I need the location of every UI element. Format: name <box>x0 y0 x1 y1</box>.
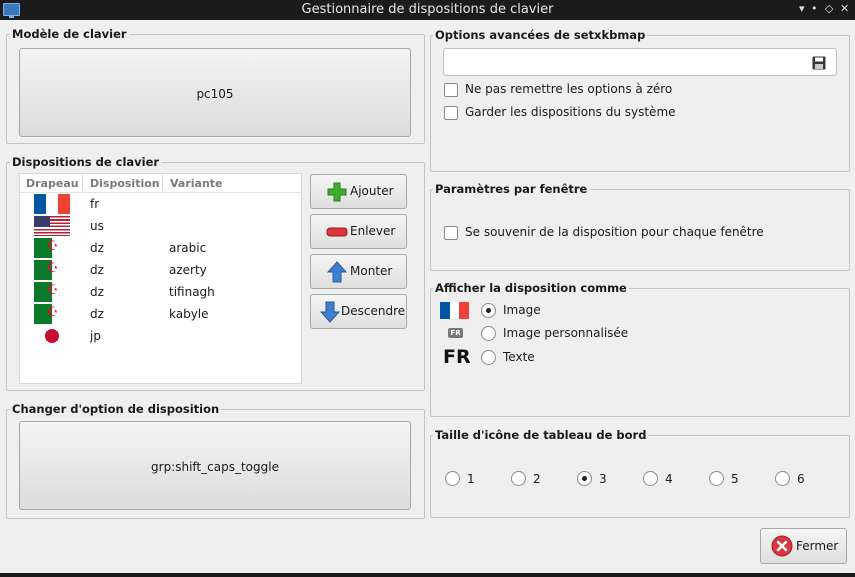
add-layout-label: Ajouter <box>350 184 394 198</box>
icon-size-group-title: Taille d'icône de tableau de bord <box>433 428 649 442</box>
icon-size-3-label[interactable]: 3 <box>599 472 607 486</box>
close-icon[interactable]: ✕ <box>840 2 849 16</box>
keyboard-layout-manager-window: Gestionnaire de dispositions de clavier … <box>0 0 855 577</box>
keyboard-model-button[interactable]: pc105 <box>19 48 411 137</box>
layout-cell: fr <box>90 197 100 211</box>
remove-layout-label: Enlever <box>350 224 396 238</box>
add-layout-button[interactable]: Ajouter <box>310 174 407 209</box>
arrow-down-icon <box>320 301 340 323</box>
switch-option-label: grp:shift_caps_toggle <box>151 460 279 474</box>
setxkbmap-group-title: Options avancées de setxkbmap <box>433 28 648 42</box>
close-button-label: Fermer <box>796 539 839 553</box>
column-header-layout[interactable]: Disposition <box>90 177 160 190</box>
table-row[interactable]: jp <box>20 325 301 347</box>
no-reset-options-label[interactable]: Ne pas remettre les options à zéro <box>465 82 672 96</box>
keep-system-layouts-checkbox[interactable] <box>444 106 458 120</box>
icon-size-1-label[interactable]: 1 <box>467 472 475 486</box>
usa-flag-icon <box>34 216 70 236</box>
display-custom-image-radio[interactable] <box>481 326 496 341</box>
algeria-flag-icon <box>34 282 70 302</box>
table-row[interactable]: dz azerty <box>20 259 301 281</box>
table-row[interactable]: fr <box>20 193 301 215</box>
column-header-flag[interactable]: Drapeau <box>26 177 79 190</box>
switch-option-button[interactable]: grp:shift_caps_toggle <box>19 421 411 510</box>
icon-size-2-radio[interactable] <box>511 471 526 486</box>
save-icon[interactable] <box>812 56 826 70</box>
variant-cell: azerty <box>169 263 207 277</box>
algeria-flag-icon <box>34 238 70 258</box>
algeria-flag-icon <box>34 260 70 280</box>
keep-system-layouts-label[interactable]: Garder les dispositions du système <box>465 105 676 119</box>
variant-cell: kabyle <box>169 307 209 321</box>
arrow-up-icon <box>327 261 347 283</box>
variant-cell: tifinagh <box>169 285 215 299</box>
display-as-group-title: Afficher la disposition comme <box>433 281 629 295</box>
icon-size-1-radio[interactable] <box>445 471 460 486</box>
icon-size-6-label[interactable]: 6 <box>797 472 805 486</box>
move-down-label: Descendre <box>341 304 406 318</box>
icon-size-5-label[interactable]: 5 <box>731 472 739 486</box>
variant-cell: arabic <box>169 241 207 255</box>
japan-flag-icon <box>34 326 70 346</box>
display-text-radio[interactable] <box>481 350 496 365</box>
table-row[interactable]: us <box>20 215 301 237</box>
no-reset-options-checkbox[interactable] <box>444 83 458 97</box>
layout-cell: dz <box>90 307 104 321</box>
table-row[interactable]: dz tifinagh <box>20 281 301 303</box>
column-header-variant[interactable]: Variante <box>170 177 223 190</box>
layouts-group-title: Dispositions de clavier <box>10 155 162 169</box>
window-title: Gestionnaire de dispositions de clavier <box>301 2 554 17</box>
title-bar: Gestionnaire de dispositions de clavier … <box>0 0 855 20</box>
remove-layout-button[interactable]: Enlever <box>310 214 407 249</box>
model-group-title: Modèle de clavier <box>10 27 129 41</box>
icon-size-3-radio[interactable] <box>577 471 592 486</box>
text-preview: FR <box>443 346 471 368</box>
layout-cell: jp <box>90 329 101 343</box>
per-window-group-title: Paramètres par fenêtre <box>433 182 590 196</box>
icon-size-4-label[interactable]: 4 <box>665 472 673 486</box>
custom-image-badge: FR <box>448 328 463 338</box>
layout-cell: dz <box>90 241 104 255</box>
icon-size-6-radio[interactable] <box>775 471 790 486</box>
minus-icon <box>326 227 348 237</box>
plus-icon <box>327 182 347 202</box>
move-up-button[interactable]: Monter <box>310 254 407 289</box>
display-text-label[interactable]: Texte <box>503 350 535 364</box>
maximize-icon[interactable]: ◇ <box>825 2 833 16</box>
setxkbmap-options-input[interactable] <box>443 48 837 76</box>
move-down-button[interactable]: Descendre <box>310 294 407 329</box>
remember-layout-checkbox[interactable] <box>444 226 458 240</box>
close-button[interactable]: Fermer <box>760 528 847 564</box>
icon-size-2-label[interactable]: 2 <box>533 472 541 486</box>
remember-layout-label[interactable]: Se souvenir de la disposition pour chaqu… <box>465 225 764 239</box>
icon-size-5-radio[interactable] <box>709 471 724 486</box>
menu-icon[interactable]: ▾ <box>799 2 805 16</box>
display-image-label[interactable]: Image <box>503 303 541 317</box>
table-row[interactable]: dz arabic <box>20 237 301 259</box>
minimize-icon[interactable]: • <box>811 2 818 16</box>
switch-option-group-title: Changer d'option de disposition <box>10 402 222 416</box>
layout-cell: dz <box>90 285 104 299</box>
display-image-radio[interactable] <box>481 303 496 318</box>
algeria-flag-icon <box>34 304 70 324</box>
layout-cell: dz <box>90 263 104 277</box>
display-custom-image-label[interactable]: Image personnalisée <box>503 326 628 340</box>
header-separator <box>82 175 83 191</box>
move-up-label: Monter <box>350 264 393 278</box>
icon-size-4-radio[interactable] <box>643 471 658 486</box>
header-separator <box>162 175 163 191</box>
france-flag-preview-icon <box>440 302 470 319</box>
keyboard-model-label: pc105 <box>196 87 234 101</box>
close-circle-icon <box>771 535 793 557</box>
layout-cell: us <box>90 219 104 233</box>
france-flag-icon <box>34 194 70 214</box>
layouts-table[interactable]: Drapeau Disposition Variante fr us dz ar… <box>19 173 302 384</box>
bottom-border <box>0 573 855 577</box>
table-row[interactable]: dz kabyle <box>20 303 301 325</box>
